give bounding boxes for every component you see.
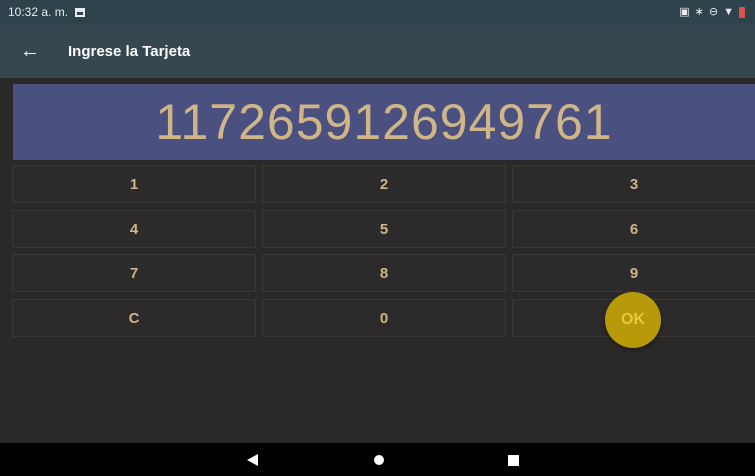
nav-home-icon[interactable]: [374, 455, 384, 465]
battery-low-icon: [739, 6, 745, 18]
status-time: 10:32 a. m.: [8, 5, 69, 19]
key-2[interactable]: 2: [262, 165, 506, 203]
key-7[interactable]: 7: [12, 254, 256, 292]
key-9[interactable]: 9: [512, 254, 755, 292]
system-nav-bar: [0, 443, 755, 476]
key-clear[interactable]: C: [12, 299, 256, 337]
do-not-disturb-icon: ⊖: [708, 5, 719, 18]
status-bar: 10:32 a. m. ▣ ∗ ⊖ ▼: [0, 0, 755, 24]
back-arrow-icon[interactable]: ←: [20, 41, 60, 61]
key-3[interactable]: 3: [512, 165, 755, 203]
nav-recents-icon[interactable]: [508, 455, 519, 466]
nav-back-icon[interactable]: [247, 454, 258, 466]
status-icons: ▣ ∗ ⊖ ▼: [679, 0, 745, 24]
card-number-value: 1172659126949761: [155, 94, 613, 150]
card-number-display: 1172659126949761: [13, 84, 755, 160]
key-1[interactable]: 1: [12, 165, 256, 203]
key-0[interactable]: 0: [262, 299, 506, 337]
bluetooth-icon: ∗: [694, 5, 704, 18]
key-4[interactable]: 4: [12, 210, 256, 248]
image-notification-icon: [75, 7, 86, 17]
vibrate-icon: ▣: [679, 5, 690, 18]
page-title: Ingrese la Tarjeta: [68, 42, 191, 60]
key-6[interactable]: 6: [512, 210, 755, 248]
key-8[interactable]: 8: [262, 254, 506, 292]
app-bar: ← Ingrese la Tarjeta: [0, 24, 755, 78]
ok-button[interactable]: OK: [605, 292, 661, 348]
key-5[interactable]: 5: [262, 210, 506, 248]
wifi-icon: ▼: [723, 5, 734, 18]
